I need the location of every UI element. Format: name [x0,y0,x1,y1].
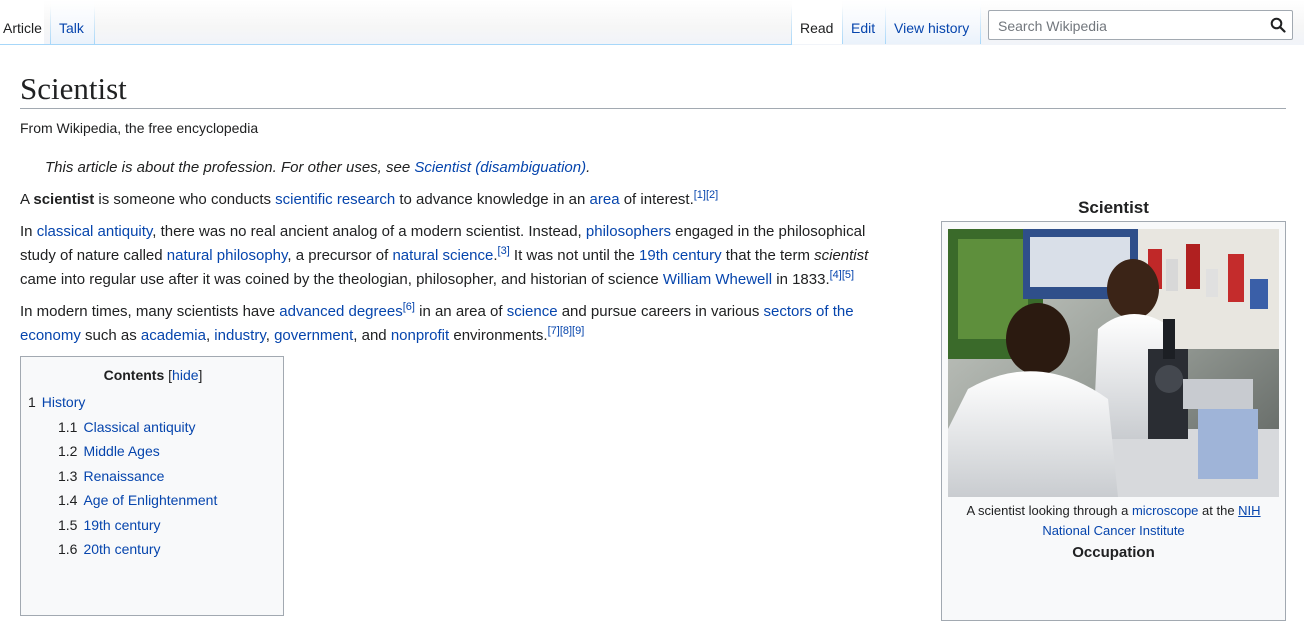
top-navigation-bar: Article Talk Read Edit View history [0,0,1304,45]
link-industry[interactable]: industry [214,327,265,344]
table-of-contents: Contents [hide] 1 History 1.1 Classical an… [20,356,284,616]
toc-item-classical-antiquity[interactable]: 1.1 Classical antiquity [28,418,217,443]
search-input[interactable] [996,11,1260,41]
toc-item-age-of-enlightenment[interactable]: 1.4 Age of Enlightenment [28,491,217,516]
link-academia[interactable]: academia [141,327,206,344]
citation-link[interactable]: [4] [830,269,842,281]
tab-read[interactable]: Read [792,0,842,44]
tab-underline [0,44,95,45]
toc-item-middle-ages[interactable]: 1.2 Middle Ages [28,442,217,467]
citation-link[interactable]: [5] [842,269,854,281]
tab-talk[interactable]: Talk [51,0,94,44]
toc-hide-toggle[interactable]: hide [172,367,198,383]
tab-divider [980,6,981,44]
tagline: From Wikipedia, the free encyclopedia [20,120,259,136]
scientist-photo[interactable] [948,229,1279,497]
infobox-caption: A scientist looking through a microscope… [966,503,1261,538]
toc-item-renaissance[interactable]: 1.3 Renaissance [28,467,217,492]
toc-item-20th-century[interactable]: 1.6 20th century [28,540,217,565]
header-underline [95,44,792,45]
link-national-cancer-institute[interactable]: National Cancer Institute [1042,523,1184,538]
toc-title: Contents [103,367,165,383]
link-nonprofit[interactable]: nonprofit [391,327,449,344]
page-title: Scientist [20,72,1286,109]
bold-term: scientist [33,191,95,208]
link-scientific-research[interactable]: scientific research [275,191,395,208]
tab-divider [94,6,95,44]
citation-link[interactable]: [2] [706,189,718,201]
link-nih[interactable]: NIH [1238,503,1260,518]
link-19th-century[interactable]: 19th century [639,247,722,264]
search-box [988,10,1293,41]
link-classical-antiquity[interactable]: classical antiquity [37,223,153,240]
link-area[interactable]: area [590,191,620,208]
link-william-whewell[interactable]: William Whewell [663,271,772,288]
tab-edit[interactable]: Edit [843,0,886,44]
toc-item-history[interactable]: 1 History [28,393,217,418]
link-advanced-degrees[interactable]: advanced degrees [279,303,402,320]
citation-link[interactable]: [8] [560,325,572,337]
link-natural-science[interactable]: natural science [392,247,493,264]
citation-link[interactable]: [3] [498,245,510,257]
link-philosophers[interactable]: philosophers [586,223,671,240]
toc-title-row: Contents [hide] [103,367,203,383]
italic-term: scientist [814,247,869,264]
link-microscope[interactable]: microscope [1132,503,1198,518]
citation-link[interactable]: [1] [694,189,706,201]
link-natural-philosophy[interactable]: natural philosophy [167,247,288,264]
citation-link[interactable]: [6] [403,301,415,313]
paragraph-modern: In modern times, many scientists have ad… [20,301,854,345]
citation-link[interactable]: [7] [548,325,560,337]
toc-item-19th-century[interactable]: 1.5 19th century [28,516,217,541]
infobox: A scientist looking through a microscope… [941,221,1286,621]
paragraph-intro: A scientist is someone who conducts scie… [20,189,719,209]
paragraph-history: In classical antiquity, there was no rea… [20,223,869,288]
hatnote: This article is about the profession. Fo… [45,159,591,176]
tab-article[interactable]: Article [0,0,44,44]
infobox-title: Scientist [1078,198,1149,217]
citation-link[interactable]: [9] [572,325,584,337]
link-science[interactable]: science [507,303,558,320]
link-government[interactable]: government [274,327,353,344]
tab-view-history[interactable]: View history [886,0,981,44]
search-icon[interactable] [1270,17,1286,33]
toc-list: 1 History 1.1 Classical antiquity 1.2 Middl… [28,393,217,565]
disambiguation-link[interactable]: Scientist (disambiguation) [414,159,586,176]
